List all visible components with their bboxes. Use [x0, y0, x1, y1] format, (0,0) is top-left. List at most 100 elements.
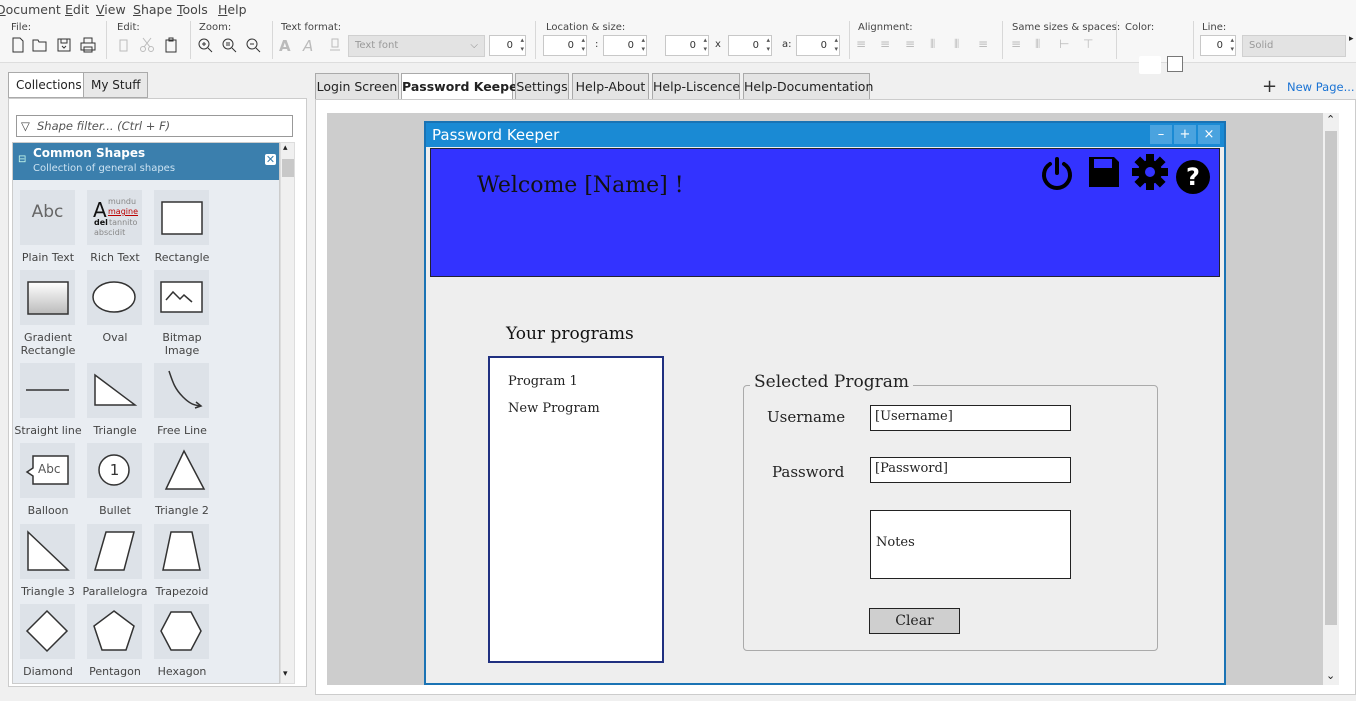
copy-icon[interactable] [116, 37, 132, 53]
new-page-link[interactable]: New Page... [1287, 80, 1355, 94]
canvas-scrollbar[interactable]: ⌃ ⌄ [1323, 113, 1339, 685]
scroll-down-icon[interactable]: ⌄ [1326, 669, 1335, 682]
save-file-icon[interactable] [56, 37, 72, 53]
scroll-down-icon[interactable]: ▾ [283, 669, 288, 679]
list-item[interactable]: Program 1 [508, 374, 578, 389]
shape-tile-bullet[interactable]: 1 [87, 443, 142, 498]
menu-help[interactable]: Help [218, 2, 247, 17]
scroll-thumb[interactable] [1325, 131, 1337, 625]
password-field[interactable]: [Password] [870, 457, 1071, 483]
maximize-icon[interactable]: + [1174, 125, 1196, 144]
shape-tile-triangle-3[interactable] [20, 524, 75, 579]
vertical-spacing-icon[interactable]: ⊤ [1083, 37, 1099, 53]
programs-list[interactable]: Program 1 New Program [488, 356, 664, 663]
location-x-spinner[interactable]: 0 [543, 35, 587, 56]
new-document-icon[interactable] [10, 37, 26, 53]
align-bottom-icon[interactable]: ≡ [978, 37, 994, 53]
shape-tile-balloon[interactable]: Abc [20, 443, 75, 498]
save-icon[interactable] [1087, 155, 1121, 189]
menu-tools[interactable]: Tools [177, 2, 208, 17]
library-title: Common Shapes [33, 146, 146, 160]
tab-help-documentation[interactable]: Help-Documentation [743, 73, 873, 100]
print-icon[interactable] [80, 37, 96, 53]
menu-view[interactable]: View [96, 2, 126, 17]
close-library-icon[interactable]: ✕ [265, 154, 276, 165]
shape-tile-oval[interactable] [87, 270, 142, 325]
fill-color-swatch[interactable] [1139, 56, 1161, 74]
tab-help-about[interactable]: Help-About [572, 73, 649, 100]
menu-document[interactable]: Document [0, 2, 61, 17]
location-y-spinner[interactable]: 0 [603, 35, 647, 56]
power-icon[interactable] [1039, 155, 1075, 191]
shape-tile-triangle-2[interactable] [154, 443, 209, 498]
menu-edit[interactable]: Edit [65, 2, 89, 17]
close-icon[interactable]: × [1198, 125, 1220, 144]
width-spinner[interactable]: 0 [665, 35, 709, 56]
mockup-window[interactable]: Password Keeper – + × Welcome [Name] ! ?… [424, 121, 1226, 685]
font-dropdown[interactable]: Text font ⌵ [348, 35, 485, 57]
scroll-up-icon[interactable]: ▴ [283, 143, 288, 153]
shape-tile-rich-text[interactable]: Amundu magine del tannito abscidit [87, 190, 142, 245]
zoom-fit-icon[interactable] [221, 37, 237, 53]
align-center-icon[interactable]: ≡ [880, 37, 896, 53]
cut-icon[interactable] [139, 37, 155, 53]
line-label: Line: [1202, 22, 1227, 33]
horizontal-spacing-icon[interactable]: ⊢ [1059, 37, 1075, 53]
shape-tile-trapezoid[interactable] [154, 524, 209, 579]
size-separator: x [715, 39, 721, 50]
notes-field[interactable]: Notes [870, 510, 1071, 579]
library-scrollbar[interactable]: ▴ ▾ [280, 142, 295, 684]
text-fill-icon[interactable] [327, 37, 343, 53]
shape-filter-input[interactable]: ▽ Shape filter... (Ctrl + F) [16, 115, 293, 137]
tab-settings[interactable]: Settings [515, 73, 569, 100]
minimize-icon[interactable]: – [1150, 125, 1172, 144]
shape-tile-plain-text[interactable]: Abc [20, 190, 75, 245]
tab-collections[interactable]: Collections [8, 72, 90, 98]
shape-tile-triangle[interactable] [87, 363, 142, 418]
shape-tile-pentagon[interactable] [87, 604, 142, 659]
scroll-thumb[interactable] [282, 159, 294, 177]
shape-tile-bitmap-image[interactable] [154, 270, 209, 325]
align-top-icon[interactable]: ⦀ [930, 37, 946, 53]
same-width-icon[interactable]: ≡ [1011, 37, 1027, 53]
align-middle-icon[interactable]: ⦀ [954, 37, 970, 53]
font-color-icon[interactable]: A [279, 37, 295, 55]
align-right-icon[interactable]: ≡ [905, 37, 921, 53]
font-size-spinner[interactable]: 0 [489, 35, 526, 56]
shape-tile-rectangle[interactable] [154, 190, 209, 245]
username-field[interactable]: [Username] [870, 405, 1071, 431]
library-header[interactable]: ⊟ Common Shapes Collection of general sh… [13, 143, 279, 180]
line-style-dropdown[interactable]: Solid [1242, 35, 1346, 57]
align-left-icon[interactable]: ≡ [856, 37, 872, 53]
line-color-swatch[interactable] [1167, 56, 1183, 72]
list-item[interactable]: New Program [508, 401, 600, 416]
toolbar-overflow-icon[interactable]: ▸ [1349, 34, 1354, 44]
line-width-spinner[interactable]: 0 [1200, 35, 1236, 56]
tab-password-keeper[interactable]: Password Keeper [401, 73, 524, 101]
new-page-plus-icon[interactable]: + [1262, 76, 1277, 97]
open-folder-icon[interactable] [32, 37, 48, 53]
shape-tile-parallelogram[interactable] [87, 524, 142, 579]
height-spinner[interactable]: 0 [728, 35, 772, 56]
shape-tile-diamond[interactable] [20, 604, 75, 659]
tab-my-stuff[interactable]: My Stuff [83, 72, 149, 98]
straight-line-icon [20, 363, 75, 418]
menu-shape[interactable]: Shape [133, 2, 172, 17]
same-height-icon[interactable]: ⦀ [1035, 37, 1051, 53]
shape-tile-gradient-rectangle[interactable] [20, 270, 75, 325]
angle-spinner[interactable]: 0 [796, 35, 840, 56]
shape-tile-straight-line[interactable] [20, 363, 75, 418]
paste-icon[interactable] [163, 37, 179, 53]
zoom-out-icon[interactable] [245, 37, 261, 53]
scroll-up-icon[interactable]: ⌃ [1326, 113, 1335, 126]
tab-help-liscence[interactable]: Help-Liscence [652, 73, 740, 100]
font-style-icon[interactable]: A [303, 37, 319, 55]
tab-login-screen[interactable]: Login Screen [315, 73, 399, 100]
help-icon[interactable]: ? [1176, 160, 1210, 194]
clear-button[interactable]: Clear [869, 608, 960, 634]
zoom-in-icon[interactable] [197, 37, 213, 53]
gear-icon[interactable] [1131, 153, 1169, 191]
shape-tile-free-line[interactable] [154, 363, 209, 418]
shape-tile-hexagon[interactable] [154, 604, 209, 659]
collapse-icon[interactable]: ⊟ [18, 154, 26, 165]
